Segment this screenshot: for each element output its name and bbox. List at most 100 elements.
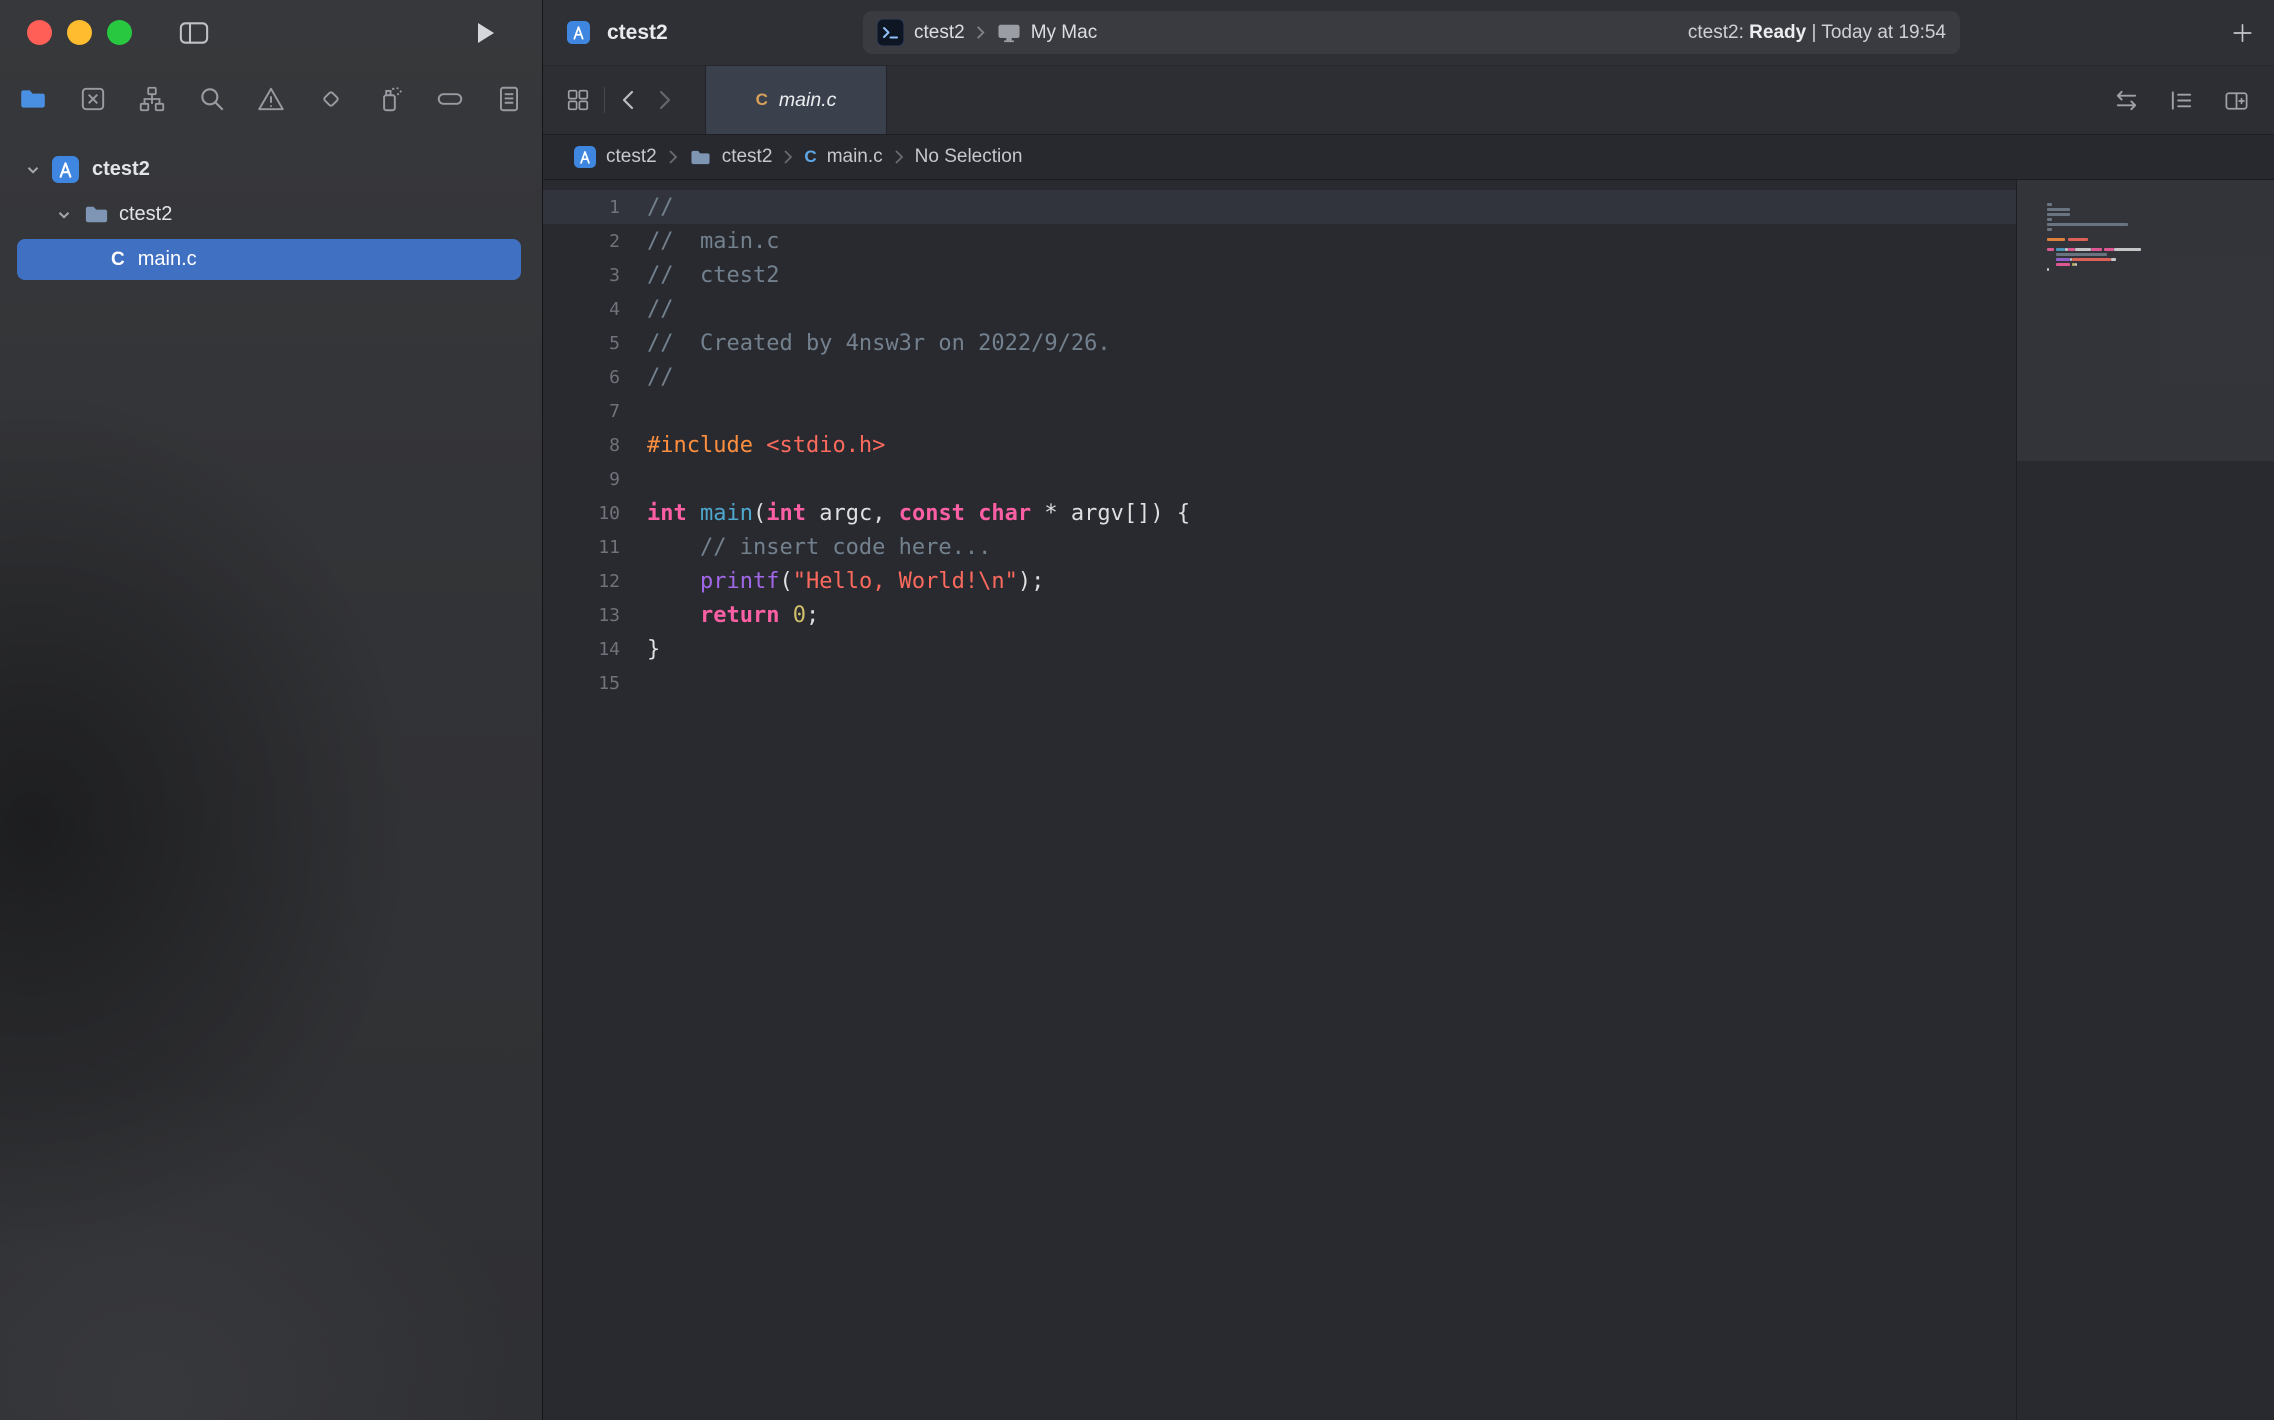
line-number[interactable]: 3 [543, 265, 620, 286]
xcode-project-icon [567, 21, 590, 44]
code-line[interactable]: 10 int main(int argc, const char * argv[]… [543, 496, 2016, 530]
editor-grid-icon[interactable] [565, 87, 591, 113]
code-line[interactable]: 1 // [543, 190, 2016, 224]
line-number[interactable]: 4 [543, 299, 620, 320]
code-line[interactable]: 14} [543, 632, 2016, 666]
line-number[interactable]: 2 [543, 231, 620, 252]
build-status: ctest2: Ready | Today at 19:54 [1688, 22, 1946, 44]
breakpoint-navigator-icon[interactable] [433, 82, 467, 116]
jumpbar-group[interactable]: ctest2 [722, 146, 773, 168]
tab-main-c[interactable]: C main.c [705, 66, 887, 134]
disclosure-chevron-icon[interactable] [24, 161, 42, 179]
minimap-list-icon[interactable] [2168, 87, 2195, 114]
scheme-target[interactable]: ctest2 [914, 22, 965, 44]
activity-view: ctest2 My Mac ctest2: Ready | Today at 1… [863, 11, 1960, 54]
tree-row-file-selected[interactable]: C main.c [17, 239, 521, 280]
code-line[interactable]: 8 #include <stdio.h> [543, 428, 2016, 462]
xcode-project-icon [574, 146, 596, 168]
folder-icon [83, 201, 110, 228]
source-control-navigator-icon[interactable] [76, 82, 110, 116]
code-line[interactable]: 5 // Created by 4nsw3r on 2022/9/26. [543, 326, 2016, 360]
tab-label: main.c [779, 89, 836, 112]
mac-destination-icon[interactable] [996, 22, 1022, 44]
toggle-sidebar-icon[interactable] [178, 19, 210, 47]
line-text: } [647, 637, 660, 662]
line-number[interactable]: 5 [543, 333, 620, 354]
line-text: // main.c [647, 229, 779, 254]
code-lines[interactable]: 1 // 2 // main.c 3 // ctest2 4 // 5 // Created by… [543, 180, 2016, 1420]
close-button[interactable] [27, 20, 52, 45]
minimap[interactable] [2016, 180, 2274, 1420]
line-text: // ctest2 [647, 263, 779, 288]
traffic-lights [27, 20, 132, 45]
line-text: return 0; [647, 603, 819, 628]
line-number[interactable]: 6 [543, 367, 620, 388]
code-line[interactable]: 7 [543, 394, 2016, 428]
code-line[interactable]: 11 // insert code here... [543, 530, 2016, 564]
code-line[interactable]: 4 // [543, 292, 2016, 326]
split-editor-icon[interactable] [2223, 87, 2250, 114]
code-line[interactable]: 15 [543, 666, 2016, 700]
line-number[interactable]: 15 [543, 673, 620, 694]
xcode-window: ctest2 ctest2 C main.c ctest2 [0, 0, 2274, 1420]
group-label: ctest2 [119, 203, 172, 226]
line-text: int main(int argc, const char * argv[]) … [647, 501, 1190, 526]
run-button[interactable] [472, 19, 498, 47]
jump-bar: ctest2 ctest2 C main.c No Selection [543, 135, 2274, 180]
divider [604, 87, 605, 113]
code-line[interactable]: 2 // main.c [543, 224, 2016, 258]
line-number[interactable]: 7 [543, 401, 620, 422]
find-navigator-icon[interactable] [195, 82, 229, 116]
line-text: #include <stdio.h> [647, 433, 885, 458]
swap-arrows-icon[interactable] [2113, 87, 2140, 114]
chevron-right-icon [893, 149, 905, 165]
sidebar: ctest2 ctest2 C main.c [0, 0, 543, 1420]
jumpbar-selection[interactable]: No Selection [915, 146, 1023, 168]
zoom-button[interactable] [107, 20, 132, 45]
jumpbar-project[interactable]: ctest2 [606, 146, 657, 168]
line-text: // Created by 4nsw3r on 2022/9/26. [647, 331, 1111, 356]
code-line[interactable]: 12 printf("Hello, World!\n"); [543, 564, 2016, 598]
code-line[interactable]: 9 [543, 462, 2016, 496]
editor-area: 1 // 2 // main.c 3 // ctest2 4 // 5 // Created by… [543, 180, 2274, 1420]
issue-navigator-icon[interactable] [254, 82, 288, 116]
line-number[interactable]: 9 [543, 469, 620, 490]
tab-bar-controls [565, 87, 675, 113]
back-chevron-icon[interactable] [618, 88, 640, 112]
line-text: // [647, 297, 674, 322]
line-text: // [647, 195, 674, 220]
line-number[interactable]: 11 [543, 537, 620, 558]
file-label: main.c [138, 248, 197, 271]
window-title: ctest2 [607, 21, 668, 45]
disclosure-chevron-icon[interactable] [55, 206, 73, 224]
plus-icon[interactable] [2231, 21, 2254, 44]
symbol-navigator-icon[interactable] [135, 82, 169, 116]
line-number[interactable]: 12 [543, 571, 620, 592]
c-file-icon: C [111, 249, 125, 271]
report-navigator-icon[interactable] [492, 82, 526, 116]
terminal-scheme-icon[interactable] [877, 19, 904, 46]
line-number[interactable]: 14 [543, 639, 620, 660]
line-number[interactable]: 1 [543, 197, 620, 218]
line-number[interactable]: 13 [543, 605, 620, 626]
code-line[interactable]: 6// [543, 360, 2016, 394]
titlebar: ctest2 ctest2 My Mac ctest2: Ready | Tod… [543, 0, 2274, 66]
forward-chevron-icon[interactable] [653, 88, 675, 112]
line-number[interactable]: 8 [543, 435, 620, 456]
main-area: ctest2 ctest2 My Mac ctest2: Ready | Tod… [543, 0, 2274, 1420]
code-line[interactable]: 13 return 0; [543, 598, 2016, 632]
tree-row-group[interactable]: ctest2 [0, 192, 542, 237]
debug-navigator-icon[interactable] [373, 82, 407, 116]
tree-row-project[interactable]: ctest2 [0, 147, 542, 192]
scheme-destination[interactable]: My Mac [1031, 22, 1098, 44]
code-line[interactable]: 3 // ctest2 [543, 258, 2016, 292]
jumpbar-file[interactable]: main.c [827, 146, 883, 168]
project-navigator: ctest2 ctest2 C main.c [0, 133, 542, 280]
project-navigator-icon[interactable] [16, 82, 50, 116]
chevron-right-icon [782, 149, 794, 165]
c-file-icon: C [804, 147, 816, 167]
minimize-button[interactable] [67, 20, 92, 45]
xcode-project-icon [52, 156, 79, 183]
test-navigator-icon[interactable] [314, 82, 348, 116]
line-number[interactable]: 10 [543, 503, 620, 524]
